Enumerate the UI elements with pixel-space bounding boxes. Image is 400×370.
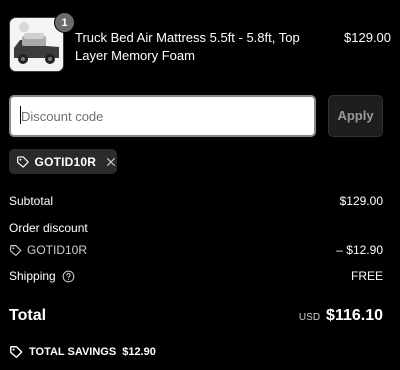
applied-discount-chip: GOTID10R — [9, 149, 117, 174]
product-name: Truck Bed Air Mattress 5.5ft - 5.8ft, To… — [75, 30, 300, 63]
order-discount-detail-row: GOTID10R – $12.90 — [9, 243, 383, 257]
shipping-row: Shipping FREE — [9, 269, 383, 283]
checkout-order-summary: 1 Truck Bed Air Mattress 5.5ft - 5.8ft, … — [0, 0, 400, 370]
line-item: 1 Truck Bed Air Mattress 5.5ft - 5.8ft, … — [9, 12, 391, 75]
text-caret — [20, 106, 21, 124]
order-discount-code: GOTID10R — [27, 243, 88, 257]
total-savings: TOTAL SAVINGS $12.90 — [9, 345, 156, 359]
applied-discount-code: GOTID10R — [34, 154, 97, 169]
tag-icon — [10, 346, 23, 358]
discount-code-input[interactable] — [9, 95, 316, 137]
total-label: Total — [9, 307, 47, 324]
order-discount-row: Order discount — [9, 221, 383, 235]
product-price: $129.00 — [344, 30, 391, 45]
close-icon[interactable] — [105, 155, 117, 169]
subtotal-value: $129.00 — [339, 194, 383, 208]
currency-code: USD — [298, 312, 321, 323]
order-discount-value: – $12.90 — [336, 243, 383, 257]
shipping-value: FREE — [350, 269, 383, 283]
product-thumbnail: 1 — [9, 12, 75, 72]
total-savings-value: $12.90 — [122, 346, 156, 358]
tag-icon — [10, 244, 22, 256]
apply-button[interactable]: Apply — [328, 95, 383, 137]
total-value: $116.10 — [326, 307, 383, 324]
subtotal-row: Subtotal $129.00 — [9, 194, 383, 208]
total-savings-label: TOTAL SAVINGS — [29, 346, 117, 358]
help-circle-icon[interactable] — [62, 270, 75, 283]
order-discount-label: Order discount — [9, 221, 88, 235]
shipping-label: Shipping — [9, 269, 56, 283]
subtotal-label: Subtotal — [9, 194, 54, 208]
total-row: Total USD $116.10 — [9, 307, 383, 325]
quantity-badge: 1 — [54, 12, 75, 33]
tag-icon — [17, 155, 29, 168]
